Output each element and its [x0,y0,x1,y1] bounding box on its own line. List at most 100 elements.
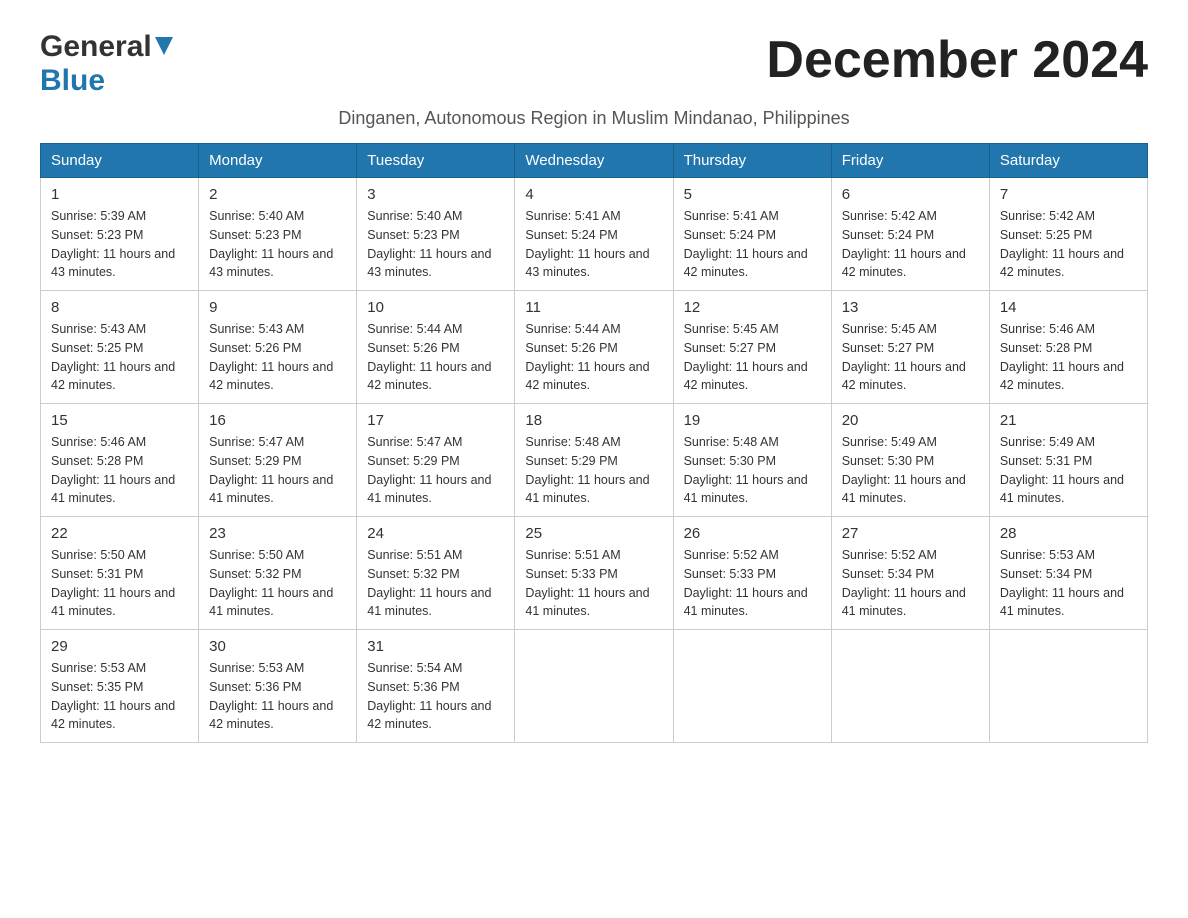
day-info: Sunrise: 5:52 AMSunset: 5:33 PMDaylight:… [684,546,821,621]
day-number: 24 [367,525,504,542]
day-info: Sunrise: 5:53 AMSunset: 5:36 PMDaylight:… [209,659,346,734]
day-info: Sunrise: 5:44 AMSunset: 5:26 PMDaylight:… [367,320,504,395]
calendar-day-cell [515,630,673,743]
calendar-day-cell: 20 Sunrise: 5:49 AMSunset: 5:30 PMDaylig… [831,404,989,517]
day-info: Sunrise: 5:51 AMSunset: 5:32 PMDaylight:… [367,546,504,621]
day-info: Sunrise: 5:43 AMSunset: 5:26 PMDaylight:… [209,320,346,395]
day-info: Sunrise: 5:48 AMSunset: 5:30 PMDaylight:… [684,433,821,508]
calendar-day-cell: 23 Sunrise: 5:50 AMSunset: 5:32 PMDaylig… [199,517,357,630]
calendar-day-cell: 31 Sunrise: 5:54 AMSunset: 5:36 PMDaylig… [357,630,515,743]
calendar-day-cell: 9 Sunrise: 5:43 AMSunset: 5:26 PMDayligh… [199,291,357,404]
calendar-day-cell: 10 Sunrise: 5:44 AMSunset: 5:26 PMDaylig… [357,291,515,404]
calendar-header-row: SundayMondayTuesdayWednesdayThursdayFrid… [41,144,1148,178]
calendar-day-header: Wednesday [515,144,673,178]
calendar-subtitle: Dinganen, Autonomous Region in Muslim Mi… [40,108,1148,129]
day-info: Sunrise: 5:40 AMSunset: 5:23 PMDaylight:… [209,207,346,282]
day-info: Sunrise: 5:54 AMSunset: 5:36 PMDaylight:… [367,659,504,734]
day-number: 11 [525,299,662,316]
logo: General Blue [40,30,173,98]
day-number: 13 [842,299,979,316]
calendar-day-cell: 16 Sunrise: 5:47 AMSunset: 5:29 PMDaylig… [199,404,357,517]
calendar-day-cell: 13 Sunrise: 5:45 AMSunset: 5:27 PMDaylig… [831,291,989,404]
calendar-day-cell: 26 Sunrise: 5:52 AMSunset: 5:33 PMDaylig… [673,517,831,630]
day-number: 17 [367,412,504,429]
day-info: Sunrise: 5:45 AMSunset: 5:27 PMDaylight:… [842,320,979,395]
day-number: 20 [842,412,979,429]
day-number: 12 [684,299,821,316]
day-number: 8 [51,299,188,316]
calendar-day-header: Saturday [989,144,1147,178]
calendar-day-cell: 18 Sunrise: 5:48 AMSunset: 5:29 PMDaylig… [515,404,673,517]
calendar-day-cell: 12 Sunrise: 5:45 AMSunset: 5:27 PMDaylig… [673,291,831,404]
day-number: 31 [367,638,504,655]
calendar-week-row: 8 Sunrise: 5:43 AMSunset: 5:25 PMDayligh… [41,291,1148,404]
day-info: Sunrise: 5:43 AMSunset: 5:25 PMDaylight:… [51,320,188,395]
day-number: 1 [51,186,188,203]
calendar-day-cell: 19 Sunrise: 5:48 AMSunset: 5:30 PMDaylig… [673,404,831,517]
day-number: 30 [209,638,346,655]
day-info: Sunrise: 5:41 AMSunset: 5:24 PMDaylight:… [525,207,662,282]
day-info: Sunrise: 5:51 AMSunset: 5:33 PMDaylight:… [525,546,662,621]
day-number: 28 [1000,525,1137,542]
day-info: Sunrise: 5:50 AMSunset: 5:31 PMDaylight:… [51,546,188,621]
calendar-day-header: Monday [199,144,357,178]
calendar-day-cell: 6 Sunrise: 5:42 AMSunset: 5:24 PMDayligh… [831,178,989,291]
day-info: Sunrise: 5:47 AMSunset: 5:29 PMDaylight:… [209,433,346,508]
day-number: 19 [684,412,821,429]
day-number: 25 [525,525,662,542]
calendar-day-cell: 15 Sunrise: 5:46 AMSunset: 5:28 PMDaylig… [41,404,199,517]
day-info: Sunrise: 5:46 AMSunset: 5:28 PMDaylight:… [51,433,188,508]
day-info: Sunrise: 5:48 AMSunset: 5:29 PMDaylight:… [525,433,662,508]
calendar-day-cell: 4 Sunrise: 5:41 AMSunset: 5:24 PMDayligh… [515,178,673,291]
calendar-day-cell: 11 Sunrise: 5:44 AMSunset: 5:26 PMDaylig… [515,291,673,404]
calendar-day-header: Sunday [41,144,199,178]
day-info: Sunrise: 5:50 AMSunset: 5:32 PMDaylight:… [209,546,346,621]
day-number: 26 [684,525,821,542]
calendar-day-cell: 24 Sunrise: 5:51 AMSunset: 5:32 PMDaylig… [357,517,515,630]
calendar-day-cell: 14 Sunrise: 5:46 AMSunset: 5:28 PMDaylig… [989,291,1147,404]
calendar-day-cell: 30 Sunrise: 5:53 AMSunset: 5:36 PMDaylig… [199,630,357,743]
day-info: Sunrise: 5:39 AMSunset: 5:23 PMDaylight:… [51,207,188,282]
logo-triangle-icon [155,37,173,60]
calendar-day-cell: 22 Sunrise: 5:50 AMSunset: 5:31 PMDaylig… [41,517,199,630]
day-info: Sunrise: 5:42 AMSunset: 5:24 PMDaylight:… [842,207,979,282]
day-info: Sunrise: 5:53 AMSunset: 5:35 PMDaylight:… [51,659,188,734]
day-number: 16 [209,412,346,429]
calendar-week-row: 15 Sunrise: 5:46 AMSunset: 5:28 PMDaylig… [41,404,1148,517]
day-number: 3 [367,186,504,203]
calendar-day-header: Friday [831,144,989,178]
day-number: 21 [1000,412,1137,429]
calendar-day-cell: 17 Sunrise: 5:47 AMSunset: 5:29 PMDaylig… [357,404,515,517]
day-info: Sunrise: 5:40 AMSunset: 5:23 PMDaylight:… [367,207,504,282]
day-info: Sunrise: 5:46 AMSunset: 5:28 PMDaylight:… [1000,320,1137,395]
day-info: Sunrise: 5:45 AMSunset: 5:27 PMDaylight:… [684,320,821,395]
calendar-week-row: 1 Sunrise: 5:39 AMSunset: 5:23 PMDayligh… [41,178,1148,291]
calendar-week-row: 29 Sunrise: 5:53 AMSunset: 5:35 PMDaylig… [41,630,1148,743]
day-number: 6 [842,186,979,203]
day-info: Sunrise: 5:49 AMSunset: 5:30 PMDaylight:… [842,433,979,508]
day-info: Sunrise: 5:52 AMSunset: 5:34 PMDaylight:… [842,546,979,621]
day-number: 9 [209,299,346,316]
day-info: Sunrise: 5:49 AMSunset: 5:31 PMDaylight:… [1000,433,1137,508]
calendar-day-cell: 8 Sunrise: 5:43 AMSunset: 5:25 PMDayligh… [41,291,199,404]
day-number: 2 [209,186,346,203]
calendar-day-cell [989,630,1147,743]
day-info: Sunrise: 5:47 AMSunset: 5:29 PMDaylight:… [367,433,504,508]
day-info: Sunrise: 5:41 AMSunset: 5:24 PMDaylight:… [684,207,821,282]
day-number: 22 [51,525,188,542]
calendar-day-cell [831,630,989,743]
day-info: Sunrise: 5:53 AMSunset: 5:34 PMDaylight:… [1000,546,1137,621]
calendar-day-cell: 28 Sunrise: 5:53 AMSunset: 5:34 PMDaylig… [989,517,1147,630]
calendar-day-cell: 2 Sunrise: 5:40 AMSunset: 5:23 PMDayligh… [199,178,357,291]
calendar-day-cell: 29 Sunrise: 5:53 AMSunset: 5:35 PMDaylig… [41,630,199,743]
logo-blue-text: Blue [40,64,105,97]
calendar-day-cell: 1 Sunrise: 5:39 AMSunset: 5:23 PMDayligh… [41,178,199,291]
logo-general-text: General [40,30,152,64]
calendar-day-cell: 5 Sunrise: 5:41 AMSunset: 5:24 PMDayligh… [673,178,831,291]
calendar-day-cell: 27 Sunrise: 5:52 AMSunset: 5:34 PMDaylig… [831,517,989,630]
day-number: 23 [209,525,346,542]
month-title: December 2024 [766,30,1148,90]
page-header: General Blue December 2024 [40,30,1148,98]
calendar-day-cell: 7 Sunrise: 5:42 AMSunset: 5:25 PMDayligh… [989,178,1147,291]
day-info: Sunrise: 5:44 AMSunset: 5:26 PMDaylight:… [525,320,662,395]
